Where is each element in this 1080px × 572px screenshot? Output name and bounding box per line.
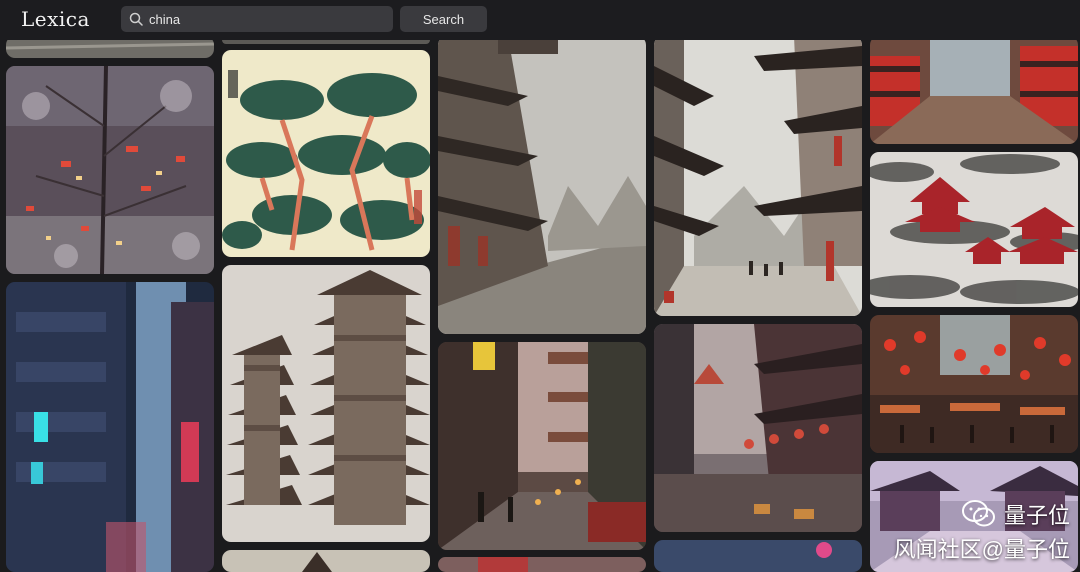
gallery-image[interactable]: [870, 152, 1078, 307]
search-input[interactable]: [149, 6, 385, 32]
watermark-source: 风闻社区@量子位: [893, 537, 1070, 562]
gallery-image[interactable]: [438, 36, 646, 334]
gallery-image[interactable]: [870, 36, 1078, 144]
image-gallery: [0, 0, 1080, 572]
gallery-image[interactable]: [438, 557, 646, 572]
gallery-image[interactable]: [654, 36, 862, 316]
gallery-image[interactable]: [870, 315, 1078, 453]
watermark-brand: 量子位: [1003, 503, 1070, 528]
gallery-image[interactable]: [6, 282, 214, 572]
gallery-image[interactable]: [222, 550, 430, 572]
gallery-image[interactable]: [438, 342, 646, 550]
top-navigation-bar: Lexica Search: [0, 0, 1080, 40]
watermark: 量子位 风闻社区@量子位: [894, 498, 1070, 564]
gallery-image[interactable]: [222, 50, 430, 257]
gallery-image[interactable]: [6, 66, 214, 274]
search-box[interactable]: [121, 6, 393, 32]
lexica-logo[interactable]: Lexica: [21, 7, 90, 31]
gallery-image[interactable]: [654, 324, 862, 532]
search-button[interactable]: Search: [400, 6, 487, 32]
search-icon: [129, 12, 143, 26]
gallery-image[interactable]: [654, 540, 862, 572]
wechat-icon: [961, 500, 995, 527]
gallery-image[interactable]: [222, 265, 430, 542]
